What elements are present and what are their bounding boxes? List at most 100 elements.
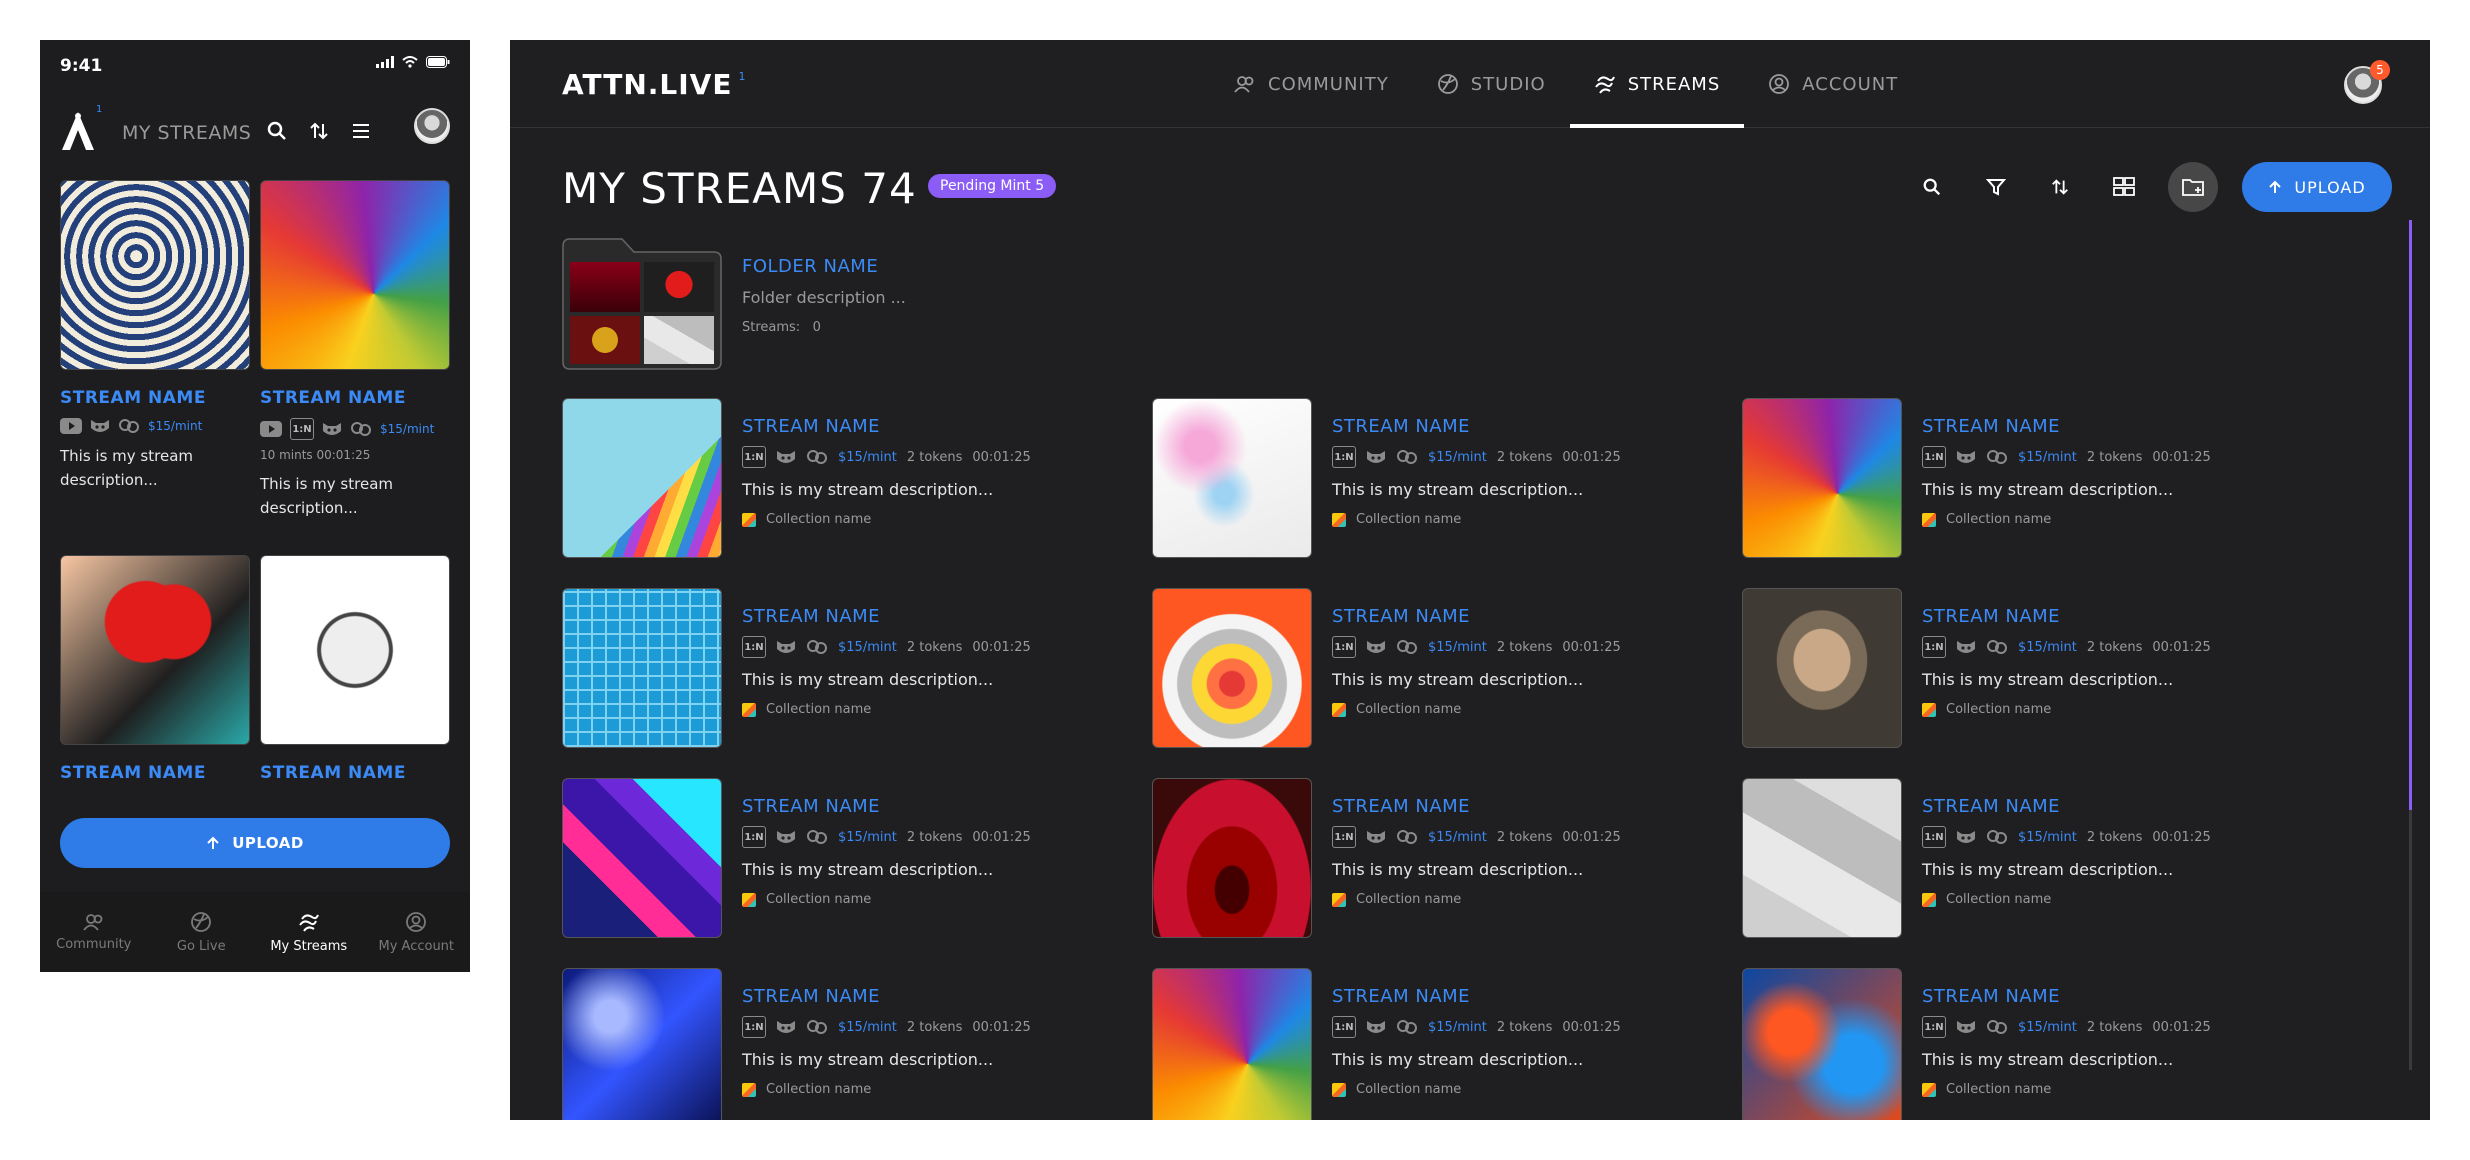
stream-thumbnail[interactable] (1152, 588, 1312, 748)
nav-item-my-account[interactable]: My Account (363, 892, 471, 972)
scrollbar[interactable] (2409, 220, 2412, 1070)
stream-icons: $15/mint (60, 418, 250, 434)
stream-thumbnail[interactable] (562, 588, 722, 748)
community-icon (1234, 76, 1254, 93)
scrollbar-thumb[interactable] (2409, 220, 2412, 810)
stream-card[interactable]: STREAM NAME 1:N $15/mint 2 tokens 00:01:… (1152, 588, 1732, 748)
stream-thumbnail[interactable] (1742, 968, 1902, 1120)
stream-thumbnail[interactable] (1152, 968, 1312, 1120)
stream-card[interactable]: STREAM NAME 1:N $15/mint 10 mints 00:01:… (260, 180, 450, 520)
stream-collection[interactable]: Collection name (742, 702, 871, 717)
stream-name[interactable]: STREAM NAME (742, 416, 880, 437)
nav-item-community[interactable]: Community (40, 892, 148, 972)
stream-collection[interactable]: Collection name (1922, 892, 2051, 907)
stream-thumbnail[interactable] (260, 180, 450, 370)
collection-icon (742, 892, 756, 907)
stream-thumbnail[interactable] (1152, 398, 1312, 558)
stream-card[interactable]: STREAM NAME 1:N $15/mint 2 tokens 00:01:… (562, 778, 1142, 938)
stream-thumbnail[interactable] (60, 180, 250, 370)
nav-item-my-streams[interactable]: My Streams (255, 892, 363, 972)
stream-card[interactable]: STREAM NAME 1:N $15/mint 2 tokens 00:01:… (1152, 968, 1732, 1120)
stream-thumbnail[interactable] (1742, 398, 1902, 558)
one-to-n-icon: 1:N (742, 636, 766, 658)
tab-studio[interactable]: STUDIO (1413, 40, 1570, 128)
stream-card[interactable]: STREAM NAME 1:N $15/mint 2 tokens 00:01:… (1152, 398, 1732, 558)
stream-card[interactable]: STREAM NAME 1:N $15/mint 2 tokens 00:01:… (562, 968, 1142, 1120)
stream-thumbnail[interactable] (60, 555, 250, 745)
stream-card[interactable]: STREAM NAME 1:N $15/mint 2 tokens 00:01:… (1742, 588, 2322, 748)
stream-collection[interactable]: Collection name (1922, 512, 2051, 527)
grid-view-button[interactable] (2104, 167, 2144, 207)
upload-button[interactable]: UPLOAD (2242, 162, 2392, 212)
stream-collection[interactable]: Collection name (1922, 1082, 2051, 1097)
stream-collection[interactable]: Collection name (742, 1082, 871, 1097)
app-logo[interactable]: ATTN.LIVE 1 (562, 68, 746, 101)
tab-community[interactable]: COMMUNITY (1210, 40, 1413, 128)
stream-collection[interactable]: Collection name (1332, 702, 1461, 717)
stream-card[interactable]: STREAM NAME $15/mint This is my stream d… (60, 180, 250, 492)
upload-button[interactable]: UPLOAD (60, 818, 450, 868)
stream-name[interactable]: STREAM NAME (1332, 796, 1470, 817)
stream-name[interactable]: STREAM NAME (60, 763, 250, 783)
stream-thumbnail[interactable] (1742, 588, 1902, 748)
stream-name[interactable]: STREAM NAME (742, 796, 880, 817)
search-button[interactable] (1912, 167, 1952, 207)
page-title: MY STREAMS (122, 122, 252, 144)
stream-description: This is my stream description... (742, 480, 994, 499)
stream-card[interactable]: STREAM NAME (60, 555, 250, 783)
stream-name[interactable]: STREAM NAME (742, 606, 880, 627)
pending-mint-badge[interactable]: Pending Mint 5 (928, 174, 1057, 198)
stream-card[interactable]: STREAM NAME (260, 555, 450, 783)
tab-streams[interactable]: STREAMS (1569, 40, 1745, 128)
stream-name[interactable]: STREAM NAME (1922, 986, 2060, 1007)
stream-name[interactable]: STREAM NAME (1922, 416, 2060, 437)
stream-name[interactable]: STREAM NAME (1332, 986, 1470, 1007)
stream-name[interactable]: STREAM NAME (1332, 606, 1470, 627)
stream-card[interactable]: STREAM NAME 1:N $15/mint 2 tokens 00:01:… (1742, 398, 2322, 558)
stream-thumbnail[interactable] (1742, 778, 1902, 938)
wifi-icon (402, 56, 418, 68)
sort-icon[interactable] (308, 120, 330, 142)
stream-collection[interactable]: Collection name (1332, 512, 1461, 527)
stream-thumbnail[interactable] (562, 778, 722, 938)
stream-name[interactable]: STREAM NAME (1332, 416, 1470, 437)
stream-thumbnail[interactable] (562, 968, 722, 1120)
stream-thumbnail[interactable] (562, 398, 722, 558)
app-logo[interactable] (58, 108, 98, 154)
stream-collection[interactable]: Collection name (1332, 892, 1461, 907)
stream-thumbnail[interactable] (260, 555, 450, 745)
stream-name[interactable]: STREAM NAME (1922, 796, 2060, 817)
filter-button[interactable] (1976, 167, 2016, 207)
stream-card[interactable]: STREAM NAME 1:N $15/mint 2 tokens 00:01:… (1742, 968, 2322, 1120)
stream-card[interactable]: STREAM NAME 1:N $15/mint 2 tokens 00:01:… (562, 398, 1142, 558)
stream-card[interactable]: STREAM NAME 1:N $15/mint 2 tokens 00:01:… (562, 588, 1142, 748)
folder-name[interactable]: FOLDER NAME (742, 256, 878, 277)
stream-name[interactable]: STREAM NAME (60, 388, 250, 408)
mask-icon (1367, 451, 1385, 463)
avatar[interactable] (414, 108, 450, 144)
stream-name[interactable]: STREAM NAME (260, 388, 450, 408)
stream-collection[interactable]: Collection name (742, 892, 871, 907)
search-icon[interactable] (266, 120, 288, 142)
stream-card[interactable]: STREAM NAME 1:N $15/mint 2 tokens 00:01:… (1742, 778, 2322, 938)
stream-thumbnail[interactable] (1152, 778, 1312, 938)
sort-button[interactable] (2040, 167, 2080, 207)
stream-collection[interactable]: Collection name (1922, 702, 2051, 717)
stream-name[interactable]: STREAM NAME (260, 763, 450, 783)
upload-label: UPLOAD (232, 834, 304, 852)
stream-name[interactable]: STREAM NAME (1922, 606, 2060, 627)
stream-name[interactable]: STREAM NAME (742, 986, 880, 1007)
stream-collection[interactable]: Collection name (742, 512, 871, 527)
folder-preview-1 (570, 262, 640, 312)
stream-card[interactable]: STREAM NAME 1:N $15/mint 2 tokens 00:01:… (1152, 778, 1732, 938)
new-folder-button[interactable] (2168, 162, 2218, 212)
collection-icon (742, 702, 756, 717)
folder-thumbnail[interactable] (562, 238, 722, 370)
menu-icon[interactable] (350, 120, 372, 142)
folder-item[interactable]: FOLDER NAME Folder description ... Strea… (562, 238, 1062, 370)
stream-info-row: 1:N $15/mint 2 tokens 00:01:25 (1332, 636, 1621, 658)
stream-collection[interactable]: Collection name (1332, 1082, 1461, 1097)
tab-account[interactable]: ACCOUNT (1744, 40, 1922, 128)
stream-tokens: 2 tokens (1496, 829, 1553, 845)
nav-item-go-live[interactable]: Go Live (148, 892, 256, 972)
